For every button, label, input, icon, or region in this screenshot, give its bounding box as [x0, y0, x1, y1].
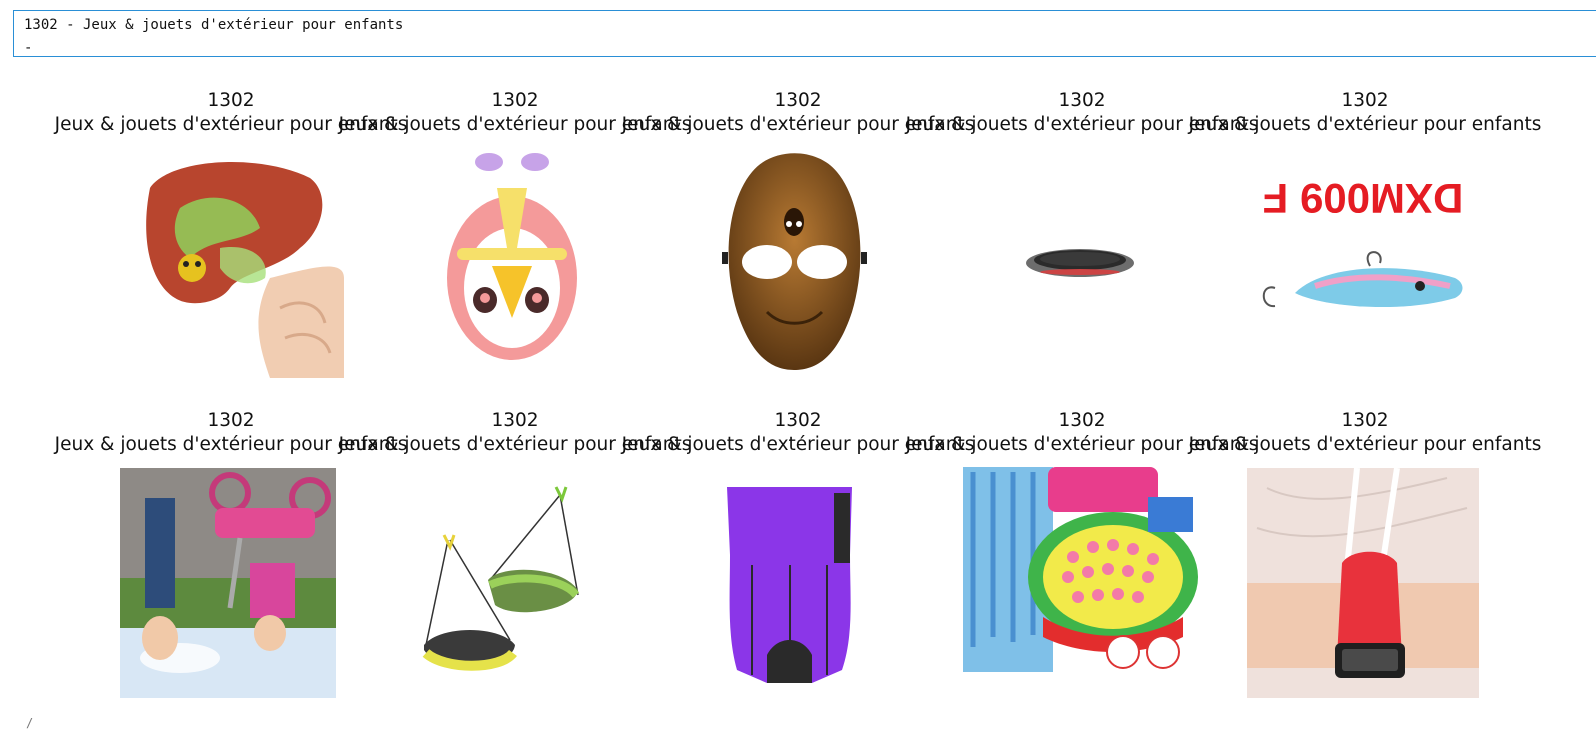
panel-code: 1302: [774, 90, 822, 111]
child-tricycle-image: [120, 468, 336, 698]
small-round-trampoline-image: [1025, 245, 1135, 280]
panel-code: 1302: [1058, 410, 1106, 431]
bottom-marker: /: [26, 716, 34, 730]
red-watch-band-image: [1247, 468, 1479, 698]
pink-penguin-squishy-image: [437, 148, 587, 363]
panel-title: 1302 Jeux & jouets d'extérieur pour enfan…: [1189, 89, 1542, 137]
panel-label: Jeux & jouets d'extérieur pour enfants: [1188, 434, 1542, 455]
red-green-slime-toy-image: [120, 148, 344, 378]
bronze-skull-mask-image: [722, 152, 867, 372]
purple-waist-trainer-image: [722, 485, 857, 685]
panel-code: 1302: [774, 410, 822, 431]
panel-title: 1302 Jeux & jouets d'extérieur pour enfan…: [1189, 409, 1542, 457]
panel-code: 1302: [1341, 90, 1389, 111]
panel-code: 1302: [491, 410, 539, 431]
panel-code: 1302: [1058, 90, 1106, 111]
panel-code: 1302: [207, 410, 255, 431]
panel-label: Jeux & jouets d'extérieur pour enfants: [1188, 114, 1542, 135]
image-grid: 1302 Jeux & jouets d'extérieur pour enfan…: [0, 0, 1596, 735]
panel-code: 1302: [1341, 410, 1389, 431]
toy-parachutes-image: [420, 485, 580, 680]
panel-code: 1302: [207, 90, 255, 111]
sticker-text: DXM009 F: [1263, 175, 1464, 222]
fishing-game-toy-image: [963, 467, 1198, 675]
fishing-lure-image: DXM009 F: [1255, 168, 1470, 318]
panel-code: 1302: [491, 90, 539, 111]
